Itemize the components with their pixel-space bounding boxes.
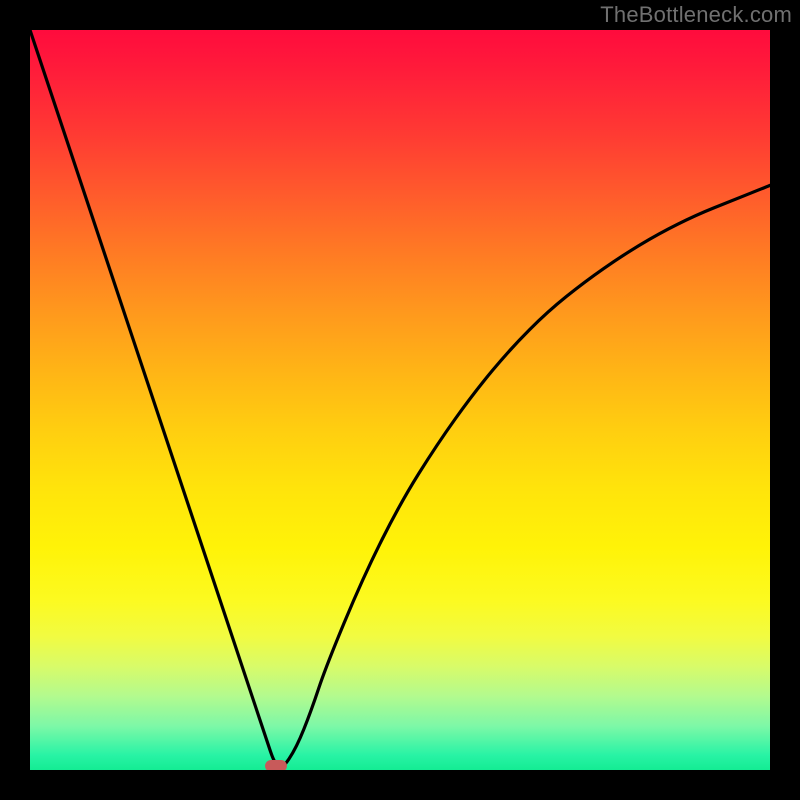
plot-area: [30, 30, 770, 770]
chart-frame: TheBottleneck.com: [0, 0, 800, 800]
watermark-text: TheBottleneck.com: [600, 2, 792, 28]
sweet-spot-marker: [265, 760, 287, 770]
bottleneck-curve: [30, 30, 770, 770]
